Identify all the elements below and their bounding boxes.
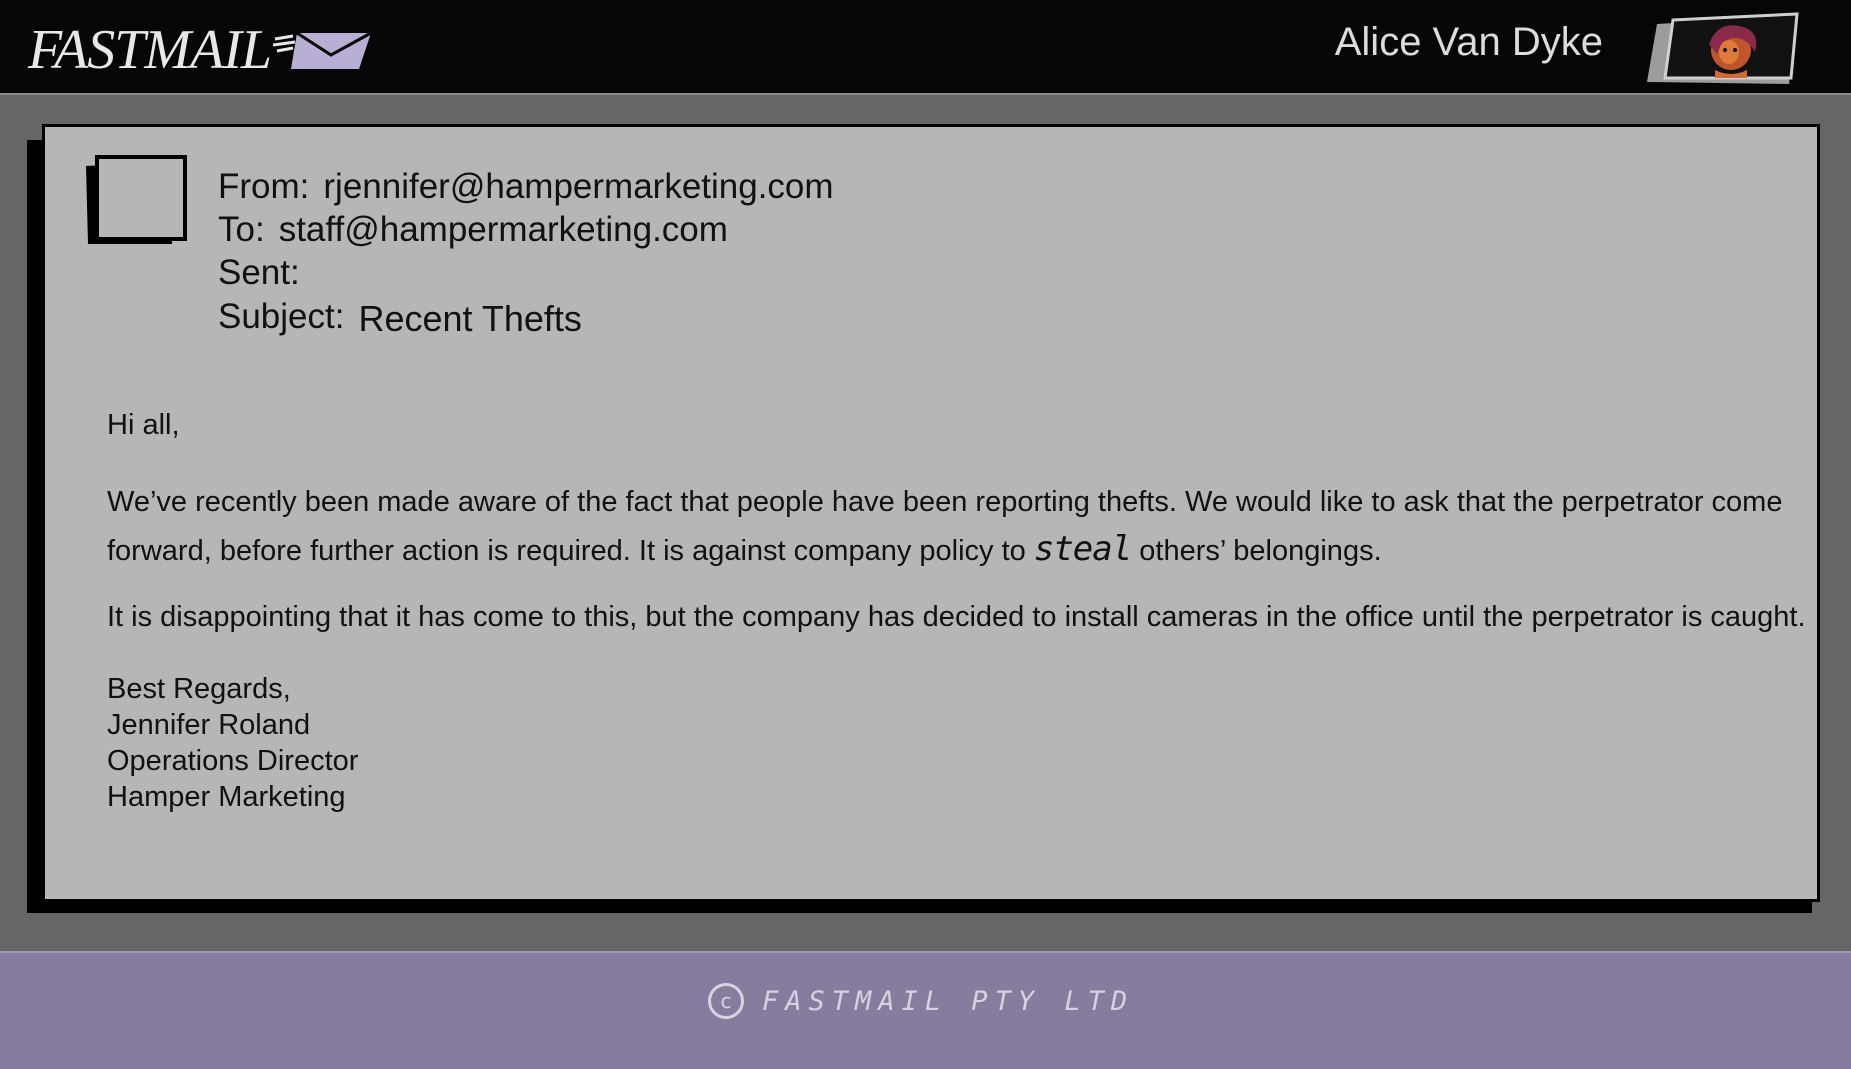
handwritten-word: steal xyxy=(1033,529,1132,569)
from-label: From: xyxy=(218,167,310,206)
sent-row: Sent: xyxy=(218,251,834,294)
logo-text: FASTMAIL xyxy=(28,19,272,81)
body-paragraph-1: We’ve recently been made aware of the fa… xyxy=(107,479,1827,575)
user-name[interactable]: Alice Van Dyke xyxy=(1335,20,1603,64)
body-paragraph-1-end: others’ belongings. xyxy=(1131,535,1382,567)
subject-label: Subject: xyxy=(218,297,345,336)
envelope-icon xyxy=(272,27,373,78)
sent-label: Sent: xyxy=(218,253,300,292)
to-label: To: xyxy=(218,210,265,249)
signature-title: Operations Director xyxy=(107,745,359,777)
footer: c FASTMAIL PTY LTD xyxy=(0,951,1851,1069)
from-row: From: rjennifer@hampermarketing.com xyxy=(218,165,834,208)
signature-name: Jennifer Roland xyxy=(107,709,311,741)
body-paragraph-2: It is disappointing that it has come to … xyxy=(107,601,1806,633)
subject-row: Subject: Recent Thefts xyxy=(218,294,834,339)
signature-closing: Best Regards, xyxy=(107,673,291,705)
top-bar: FASTMAIL Alice Van Dyke xyxy=(0,0,1851,95)
greeting: Hi all, xyxy=(107,409,180,441)
footer-text: FASTMAIL PTY LTD xyxy=(762,985,1135,1017)
signature: Best Regards, Jennifer Roland Operations… xyxy=(107,671,1827,815)
to-row: To: staff@hampermarketing.com xyxy=(218,208,834,251)
footer-copyright: c FASTMAIL PTY LTD xyxy=(708,983,1134,1019)
fastmail-logo[interactable]: FASTMAIL xyxy=(28,20,373,80)
signature-company: Hamper Marketing xyxy=(107,781,346,813)
from-value[interactable]: rjennifer@hampermarketing.com xyxy=(323,167,833,206)
copyright-icon: c xyxy=(708,983,744,1019)
body-paragraph-1-start: We’ve recently been made aware of the fa… xyxy=(107,486,1783,567)
subject-value: Recent Thefts xyxy=(358,298,582,339)
email-body: Hi all, We’ve recently been made aware o… xyxy=(107,407,1827,851)
user-avatar[interactable] xyxy=(1643,12,1803,93)
email-headers: From: rjennifer@hampermarketing.com To: st… xyxy=(218,165,834,339)
email-card: From: rjennifer@hampermarketing.com To: st… xyxy=(42,124,1820,902)
to-value[interactable]: staff@hampermarketing.com xyxy=(279,210,728,249)
sender-avatar-placeholder-icon xyxy=(82,152,192,253)
